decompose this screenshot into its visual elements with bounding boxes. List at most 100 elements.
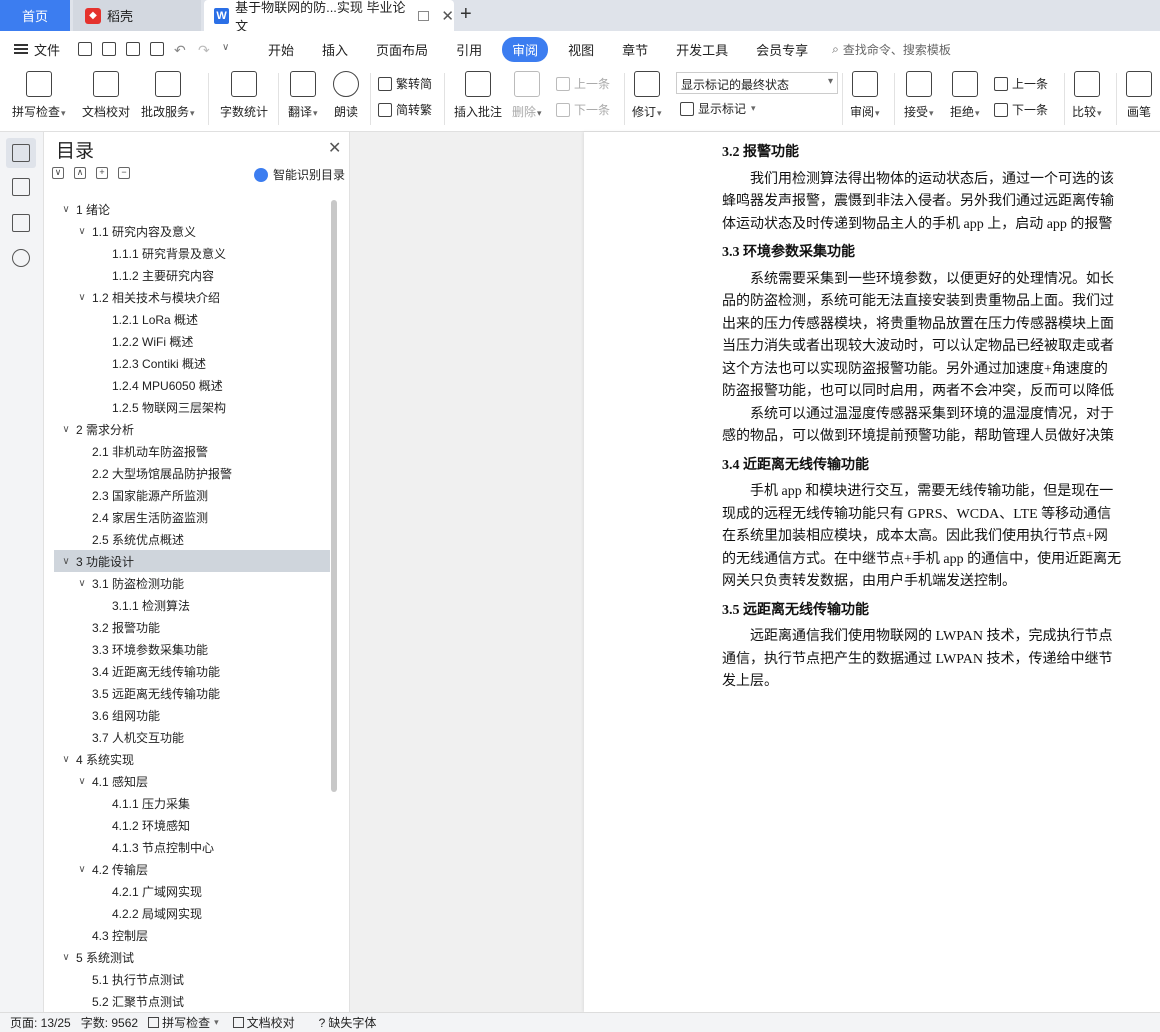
document-page[interactable]: 3.2 报警功能 我们用检测算法得出物体的运动状态后，通过一个可选的该 蜂鸣器发声报… <box>584 132 1160 1012</box>
file-menu[interactable]: 文件 <box>14 40 60 59</box>
toc-item[interactable]: 4.2.2 局域网实现 <box>54 902 330 924</box>
batch-service-button[interactable]: 批改服务▾ <box>141 71 195 120</box>
prev-comment-button[interactable]: 上一条 <box>556 75 610 92</box>
compare-button[interactable]: 比较▾ <box>1072 71 1102 120</box>
print-preview-icon[interactable] <box>150 42 165 56</box>
toc-item[interactable]: ∨ 2 需求分析 <box>54 418 330 440</box>
menu-tab-7[interactable]: 开发工具 <box>662 36 742 63</box>
prev-change-button[interactable]: 上一条 <box>994 75 1048 92</box>
insert-comment-button[interactable]: 插入批注 <box>454 71 502 120</box>
toc-item[interactable]: 4.3 控制层 <box>54 924 330 946</box>
collapse-all-icon[interactable]: ∧ <box>74 167 86 179</box>
status-doc-proof[interactable]: 文档校对 <box>232 1014 295 1031</box>
toc-item[interactable]: 1.2.4 MPU6050 概述 <box>54 374 330 396</box>
toc-item[interactable]: 2.2 大型场馆展品防护报警 <box>54 462 330 484</box>
next-comment-button[interactable]: 下一条 <box>556 101 610 118</box>
toc-item[interactable]: 3.4 近距离无线传输功能 <box>54 660 330 682</box>
toc-item[interactable]: 4.1.3 节点控制中心 <box>54 836 330 858</box>
page-indicator[interactable]: 页面: 13/25 <box>10 1014 71 1031</box>
command-search[interactable]: ⌕ 查找命令、搜索模板 <box>832 41 951 58</box>
menu-tab-0[interactable]: 开始 <box>254 36 308 63</box>
tab-home[interactable]: 首页 <box>0 0 70 31</box>
redo-icon[interactable]: ↷ <box>198 42 212 58</box>
toc-chevron-icon[interactable]: ∨ <box>76 776 88 787</box>
menu-tab-5[interactable]: 视图 <box>554 36 608 63</box>
toc-item[interactable]: 2.3 国家能源产所监测 <box>54 484 330 506</box>
search-icon[interactable] <box>12 249 30 267</box>
menu-tab-2[interactable]: 页面布局 <box>362 36 442 63</box>
toc-chevron-icon[interactable]: ∨ <box>60 424 72 435</box>
toc-item[interactable]: 4.1.2 环境感知 <box>54 814 330 836</box>
trad-to-simp-button[interactable]: 繁转简 <box>378 75 432 92</box>
toc-scrollbar[interactable] <box>331 200 337 792</box>
remove-heading-icon[interactable]: − <box>118 167 130 179</box>
next-change-button[interactable]: 下一条 <box>994 101 1048 118</box>
undo-icon[interactable]: ↶ <box>174 42 188 58</box>
toc-panel-icon[interactable] <box>12 144 30 162</box>
tab-daoke[interactable]: ◆ 稻壳 <box>73 0 201 31</box>
tab-document[interactable]: W 基于物联网的防...实现 毕业论文 ✕ <box>204 0 454 34</box>
toc-item[interactable]: ∨ 1 绪论 <box>54 198 330 220</box>
save-icon[interactable] <box>78 42 93 56</box>
menu-tab-3[interactable]: 引用 <box>442 36 496 63</box>
review-pane-button[interactable]: 审阅▾ <box>850 71 880 120</box>
toc-item[interactable]: 4.1.1 压力采集 <box>54 792 330 814</box>
read-aloud-button[interactable]: 朗读 <box>333 71 359 120</box>
toc-item[interactable]: 1.1.1 研究背景及意义 <box>54 242 330 264</box>
ai-toc-button[interactable]: 智能识别目录 <box>254 166 345 183</box>
toc-item[interactable]: ∨ 1.1 研究内容及意义 <box>54 220 330 242</box>
toc-item[interactable]: 4.2.1 广域网实现 <box>54 880 330 902</box>
toc-item[interactable]: 5.1 执行节点测试 <box>54 968 330 990</box>
toc-item[interactable]: ∨ 1.2 相关技术与模块介绍 <box>54 286 330 308</box>
add-heading-icon[interactable]: + <box>96 167 108 179</box>
toc-item[interactable]: ∨ 4.1 感知层 <box>54 770 330 792</box>
new-tab-icon[interactable]: + <box>460 3 472 26</box>
toc-item[interactable]: ∨ 4 系统实现 <box>54 748 330 770</box>
toc-chevron-icon[interactable]: ∨ <box>76 292 88 303</box>
track-changes-button[interactable]: 修订▾ <box>632 71 662 120</box>
toc-item[interactable]: 1.2.5 物联网三层架构 <box>54 396 330 418</box>
toc-item[interactable]: 3.2 报警功能 <box>54 616 330 638</box>
toc-item[interactable]: 3.3 环境参数采集功能 <box>54 638 330 660</box>
show-markup-button[interactable]: 显示标记 ▾ <box>680 100 756 117</box>
export-icon[interactable] <box>102 42 117 56</box>
expand-all-icon[interactable]: ∨ <box>52 167 64 179</box>
menu-tab-4[interactable]: 审阅 <box>502 36 549 62</box>
toc-item[interactable]: 3.1.1 检测算法 <box>54 594 330 616</box>
window-icon[interactable] <box>418 10 430 21</box>
chapter-nav-icon[interactable] <box>12 178 30 196</box>
toc-item[interactable]: 1.2.2 WiFi 概述 <box>54 330 330 352</box>
toc-item[interactable]: ∨ 3 功能设计 <box>54 550 330 572</box>
simp-to-trad-button[interactable]: 简转繁 <box>378 101 432 118</box>
translate-button[interactable]: 翻译▾ <box>288 71 318 120</box>
reject-button[interactable]: 拒绝▾ <box>950 71 980 120</box>
toc-item[interactable]: 2.1 非机动车防盗报警 <box>54 440 330 462</box>
toc-item[interactable]: ∨ 3.1 防盗检测功能 <box>54 572 330 594</box>
pen-button[interactable]: 画笔 <box>1126 71 1152 120</box>
toc-chevron-icon[interactable]: ∨ <box>60 952 72 963</box>
close-icon[interactable]: ✕ <box>328 138 341 158</box>
markup-mode-select[interactable]: 显示标记的最终状态 <box>676 72 838 94</box>
menu-tab-6[interactable]: 章节 <box>608 36 662 63</box>
menu-tab-8[interactable]: 会员专享 <box>742 36 822 63</box>
toc-item[interactable]: 3.7 人机交互功能 <box>54 726 330 748</box>
toc-item[interactable]: 1.2.3 Contiki 概述 <box>54 352 330 374</box>
bookmark-icon[interactable] <box>12 214 30 232</box>
toc-item[interactable]: 2.4 家居生活防盗监测 <box>54 506 330 528</box>
delete-comment-button[interactable]: 删除▾ <box>512 71 542 120</box>
toc-chevron-icon[interactable]: ∨ <box>60 556 72 567</box>
toc-item[interactable]: 3.6 组网功能 <box>54 704 330 726</box>
menu-tab-1[interactable]: 插入 <box>308 36 362 63</box>
word-count-indicator[interactable]: 字数: 9562 <box>81 1014 138 1031</box>
print-icon[interactable] <box>126 42 141 56</box>
doc-proof-button[interactable]: 文档校对 <box>82 71 130 120</box>
word-count-button[interactable]: 字数统计 <box>220 71 268 120</box>
status-spellcheck[interactable]: 拼写检查 ▾ <box>148 1014 219 1031</box>
toc-item[interactable]: ∨ 4.2 传输层 <box>54 858 330 880</box>
toc-item[interactable]: ∨ 5 系统测试 <box>54 946 330 968</box>
status-missing-font[interactable]: ? 缺失字体 <box>319 1014 377 1031</box>
toc-chevron-icon[interactable]: ∨ <box>60 204 72 215</box>
toc-item[interactable]: 3.5 远距离无线传输功能 <box>54 682 330 704</box>
toc-item[interactable]: 1.1.2 主要研究内容 <box>54 264 330 286</box>
toc-chevron-icon[interactable]: ∨ <box>60 754 72 765</box>
